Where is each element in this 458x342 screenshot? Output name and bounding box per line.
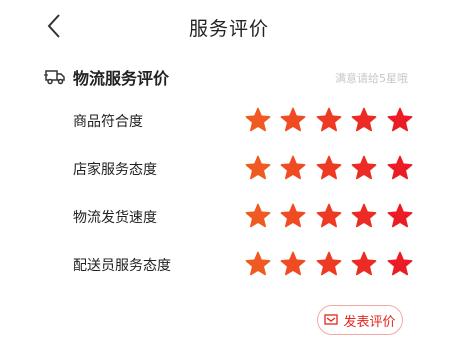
page-title: 服务评价 bbox=[188, 18, 269, 40]
star-icon[interactable] bbox=[387, 203, 413, 229]
star-icon[interactable] bbox=[351, 155, 377, 181]
comment-icon bbox=[324, 314, 339, 325]
rating-label: 配送员服务态度 bbox=[73, 258, 171, 274]
star-icon[interactable] bbox=[387, 155, 413, 181]
star-icon[interactable] bbox=[387, 107, 413, 133]
rating-row: 店家服务态度 bbox=[0, 153, 458, 183]
star-icon[interactable] bbox=[280, 107, 306, 133]
rating-label: 店家服务态度 bbox=[73, 162, 157, 178]
star-icon[interactable] bbox=[245, 155, 271, 181]
rating-label: 商品符合度 bbox=[73, 114, 143, 130]
star-icon[interactable] bbox=[316, 203, 342, 229]
star-icon[interactable] bbox=[387, 251, 413, 277]
submit-button-label: 发表评价 bbox=[343, 314, 396, 330]
star-icon[interactable] bbox=[245, 251, 271, 277]
star-icon[interactable] bbox=[351, 203, 377, 229]
star-icon[interactable] bbox=[316, 107, 342, 133]
section-hint: 满意请给5星哦 bbox=[335, 72, 408, 85]
star-icon[interactable] bbox=[280, 203, 306, 229]
star-icon[interactable] bbox=[351, 107, 377, 133]
rating-row: 物流发货速度 bbox=[0, 201, 458, 231]
section-title: 物流服务评价 bbox=[73, 69, 170, 88]
star-icon[interactable] bbox=[280, 251, 306, 277]
rating-row: 配送员服务态度 bbox=[0, 249, 458, 279]
truck-icon bbox=[44, 70, 65, 85]
submit-review-button[interactable]: 发表评价 bbox=[317, 305, 403, 335]
star-rating bbox=[245, 155, 422, 181]
star-icon[interactable] bbox=[280, 155, 306, 181]
rating-label: 物流发货速度 bbox=[73, 210, 157, 226]
star-icon[interactable] bbox=[245, 107, 271, 133]
top-navigation-bar: 服务评价 bbox=[0, 0, 458, 56]
star-rating bbox=[245, 251, 422, 277]
rating-row: 商品符合度 bbox=[0, 105, 458, 135]
star-rating bbox=[245, 107, 422, 133]
star-rating bbox=[245, 203, 422, 229]
star-icon[interactable] bbox=[316, 251, 342, 277]
star-icon[interactable] bbox=[316, 155, 342, 181]
section-header: 物流服务评价 满意请给5星哦 bbox=[0, 62, 458, 92]
star-icon[interactable] bbox=[351, 251, 377, 277]
star-icon[interactable] bbox=[245, 203, 271, 229]
